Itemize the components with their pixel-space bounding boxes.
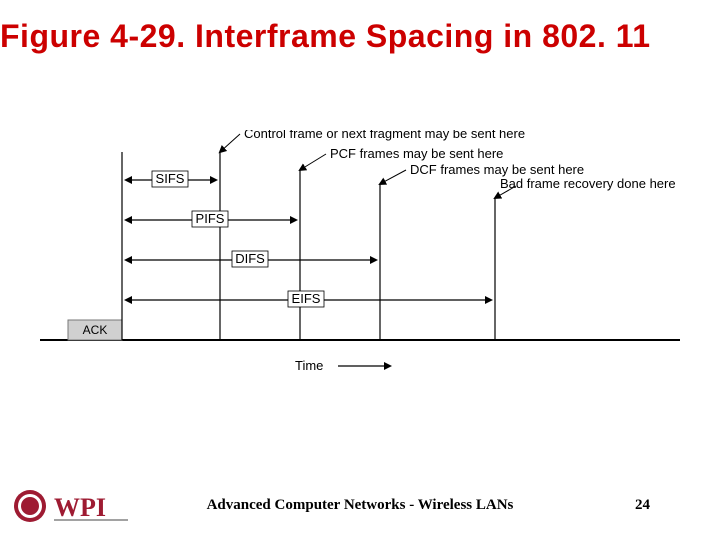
label-pifs: PIFS (196, 211, 225, 226)
annotation-control-frame: Control frame or next fragment may be se… (244, 130, 525, 141)
leader-pcf (300, 154, 326, 170)
label-eifs: EIFS (292, 291, 321, 306)
label-difs: DIFS (235, 251, 265, 266)
footer-text: Advanced Computer Networks - Wireless LA… (200, 497, 520, 514)
time-label: Time (295, 358, 323, 373)
page-title: Figure 4-29. Interframe Spacing in 802. … (0, 18, 720, 55)
wpi-logo-svg: WPI (10, 486, 160, 526)
logo-text: WPI (54, 493, 106, 522)
interframe-spacing-diagram: ACK Control frame or next fragment may b… (40, 130, 680, 390)
annotation-dcf-frames: DCF frames may be sent here (410, 162, 584, 177)
wpi-logo: WPI (10, 486, 160, 526)
annotation-pcf-frames: PCF frames may be sent here (330, 146, 503, 161)
page-number: 24 (635, 497, 650, 514)
leader-dcf (380, 170, 406, 184)
logo-seal-center (21, 497, 39, 515)
ack-label: ACK (83, 323, 108, 337)
diagram-svg: ACK Control frame or next fragment may b… (40, 130, 680, 390)
label-sifs: SIFS (156, 171, 185, 186)
annotation-bad-frame: Bad frame recovery done here (500, 176, 676, 191)
leader-control (220, 134, 240, 152)
slide: Figure 4-29. Interframe Spacing in 802. … (0, 0, 720, 540)
